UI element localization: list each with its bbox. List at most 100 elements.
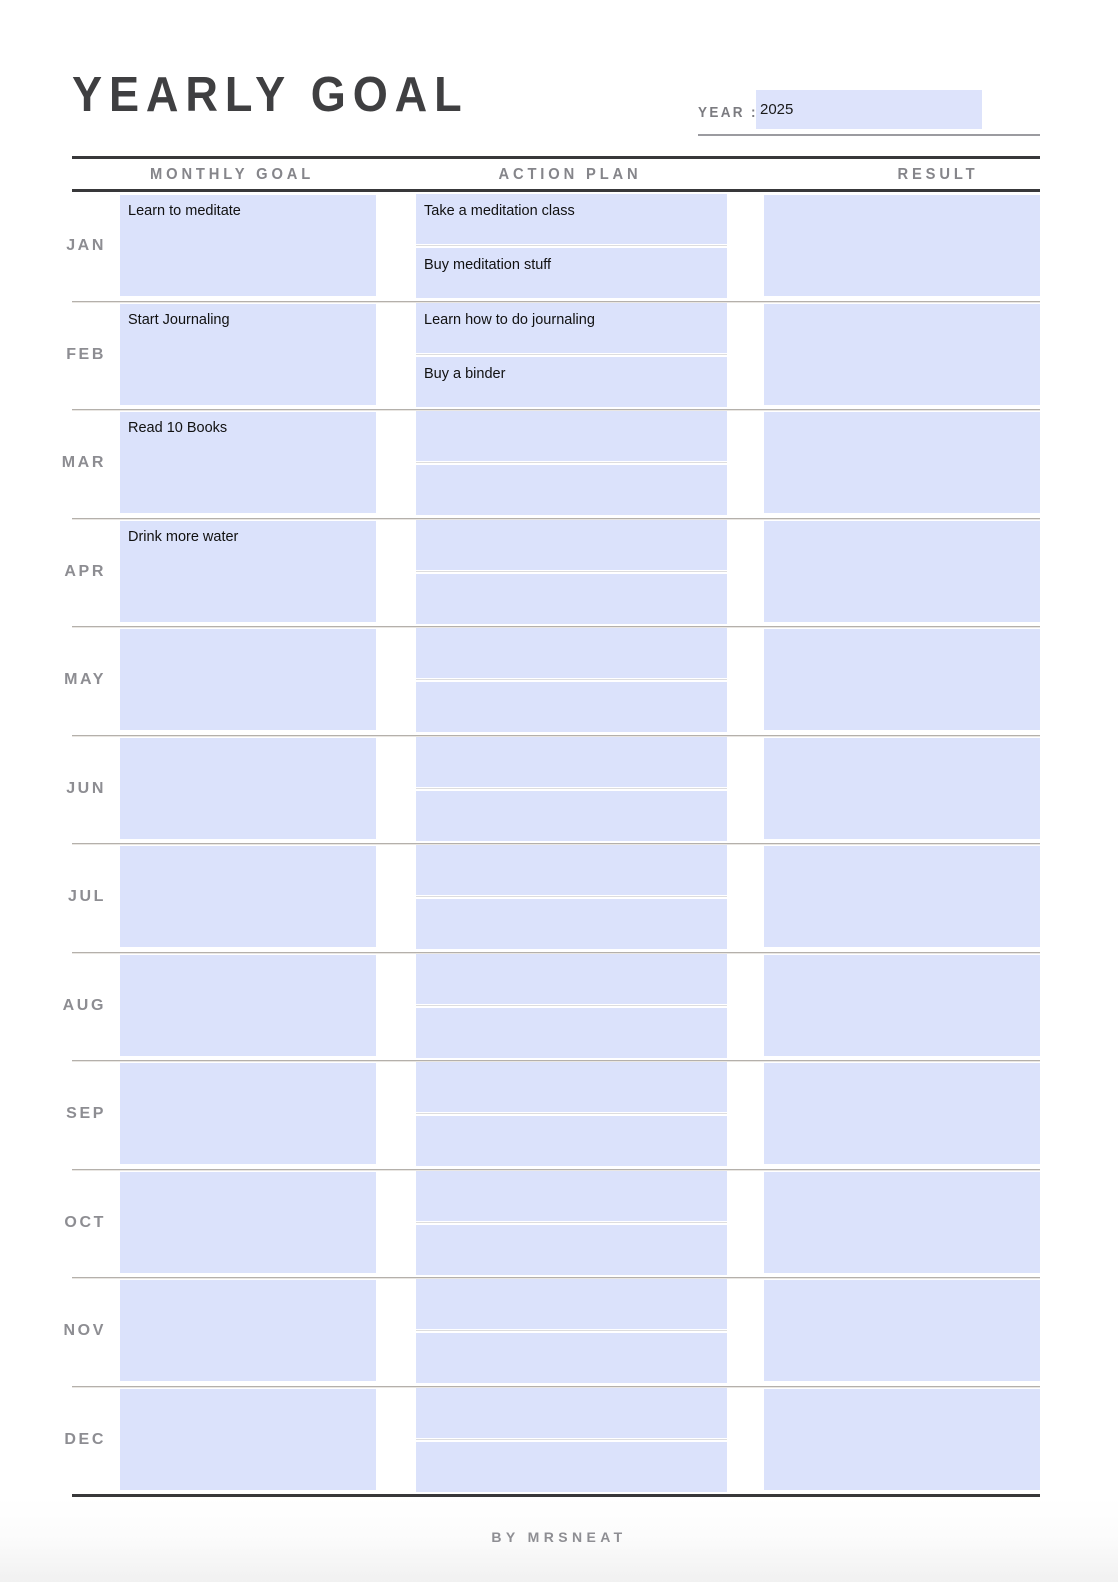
month-label-nov: NOV: [63, 1322, 106, 1340]
month-row: FEB Start Journaling Learn how to do journ…: [66, 300, 1040, 410]
action-plan-divider: [416, 353, 727, 355]
action-plan-field[interactable]: [416, 1441, 727, 1492]
action-plan-group: [416, 1169, 727, 1278]
month-label-aug: AUG: [62, 996, 106, 1014]
action-plan-field[interactable]: [416, 465, 727, 515]
result-field[interactable]: [764, 520, 1040, 622]
action-plan-group: [416, 735, 727, 844]
monthly-goal-field[interactable]: Start Journaling: [120, 303, 376, 405]
result-field[interactable]: [764, 629, 1040, 730]
monthly-goal-field[interactable]: [120, 846, 376, 947]
monthly-goal-field[interactable]: [120, 737, 376, 839]
monthly-goal-field[interactable]: [120, 1388, 376, 1490]
action-plan-field[interactable]: [416, 953, 727, 1004]
month-label-feb: FEB: [66, 345, 106, 363]
action-plan-field[interactable]: [416, 411, 727, 461]
action-plan-field[interactable]: [416, 628, 727, 678]
month-label-apr: APR: [64, 562, 106, 580]
column-header-result: RESULT: [897, 166, 979, 183]
row-divider: [72, 409, 1040, 411]
month-row: NOV: [63, 1277, 1040, 1386]
result-field[interactable]: [764, 1280, 1040, 1381]
result-field[interactable]: [764, 954, 1040, 1056]
action-plan-group: Learn how to do journaling Buy a binder: [416, 301, 727, 410]
result-field[interactable]: [764, 1388, 1040, 1490]
action-plan-field[interactable]: [416, 573, 727, 624]
action-plan-divider: [416, 787, 727, 789]
month-row: JUL: [67, 843, 1040, 952]
action-plan-divider: [416, 462, 727, 463]
monthly-goal-field[interactable]: Drink more water: [120, 520, 376, 622]
monthly-goal-field[interactable]: Read 10 Books: [120, 412, 376, 513]
action-plan-group: [416, 518, 727, 627]
result-field[interactable]: [764, 737, 1040, 839]
month-row: OCT: [64, 1168, 1040, 1278]
result-field[interactable]: [764, 303, 1040, 405]
row-divider: [72, 300, 1040, 303]
result-field[interactable]: [764, 846, 1040, 947]
action-plan-field[interactable]: Buy meditation stuff: [416, 248, 727, 298]
month-label-jan: JAN: [66, 237, 106, 255]
monthly-goal-field[interactable]: Learn to meditate: [120, 195, 376, 296]
monthly-goal-field[interactable]: [120, 1280, 376, 1381]
action-plan-field[interactable]: Learn how to do journaling: [416, 302, 727, 353]
monthly-goal-field[interactable]: [120, 629, 376, 730]
action-plan-group: [416, 843, 727, 952]
month-label-sep: SEP: [66, 1105, 106, 1123]
column-header-action-plan: ACTION PLAN: [498, 166, 642, 183]
action-plan-divider: [416, 1221, 727, 1223]
action-plan-field[interactable]: [416, 1007, 727, 1058]
action-plan-field[interactable]: Take a meditation class: [416, 194, 727, 244]
action-plan-field[interactable]: [416, 682, 727, 732]
row-divider: [72, 626, 1040, 628]
action-plan-group: [416, 1060, 727, 1169]
planner-grid: JAN Learn to meditate Take a meditation cl…: [61, 192, 1040, 1494]
result-field[interactable]: [764, 412, 1040, 513]
action-plan-field[interactable]: [416, 1062, 727, 1112]
month-label-jul: JUL: [67, 888, 106, 906]
month-label-jun: JUN: [66, 779, 106, 797]
month-label-dec: DEC: [64, 1430, 106, 1448]
action-plan-divider: [416, 679, 727, 680]
result-field[interactable]: [764, 195, 1040, 296]
year-label: YEAR :: [698, 104, 758, 121]
page-title: YEARLY GOAL: [72, 68, 469, 122]
month-row: SEP: [66, 1060, 1040, 1169]
action-plan-divider: [416, 1113, 727, 1114]
monthly-goal-field[interactable]: [120, 1063, 376, 1164]
year-input[interactable]: [756, 90, 982, 129]
action-plan-group: Take a meditation class Buy meditation st…: [416, 192, 727, 301]
column-header-monthly-goal: MONTHLY GOAL: [150, 166, 315, 183]
row-divider: [72, 1277, 1040, 1279]
action-plan-field[interactable]: Buy a binder: [416, 356, 727, 407]
row-divider: [72, 517, 1040, 520]
monthly-goal-field[interactable]: [120, 1171, 376, 1273]
action-plan-field[interactable]: [416, 845, 727, 895]
monthly-goal-field[interactable]: [120, 954, 376, 1056]
month-row: MAY: [64, 626, 1040, 735]
action-plan-field[interactable]: [416, 790, 727, 841]
action-plan-divider: [416, 1330, 727, 1331]
column-headers: MONTHLY GOAL ACTION PLAN RESULT: [72, 160, 1040, 188]
action-plan-field[interactable]: [416, 1116, 727, 1166]
row-divider: [72, 1168, 1040, 1171]
action-plan-divider: [416, 245, 727, 246]
result-field[interactable]: [764, 1171, 1040, 1273]
month-row: APR Drink more water: [64, 517, 1040, 627]
action-plan-field[interactable]: [416, 519, 727, 570]
action-plan-field[interactable]: [416, 1279, 727, 1329]
result-field[interactable]: [764, 1063, 1040, 1164]
action-plan-field[interactable]: [416, 899, 727, 949]
month-label-oct: OCT: [64, 1213, 106, 1231]
action-plan-field[interactable]: [416, 736, 727, 787]
action-plan-field[interactable]: [416, 1170, 727, 1221]
action-plan-field[interactable]: [416, 1333, 727, 1383]
month-label-mar: MAR: [61, 454, 106, 472]
action-plan-field[interactable]: [416, 1224, 727, 1275]
header-rule-top: [72, 156, 1040, 159]
page-header: YEARLY GOAL YEAR :: [72, 64, 1040, 142]
year-field-group: YEAR :: [698, 90, 1040, 138]
action-plan-group: [416, 952, 727, 1061]
action-plan-group: [416, 409, 727, 518]
action-plan-field[interactable]: [416, 1387, 727, 1438]
